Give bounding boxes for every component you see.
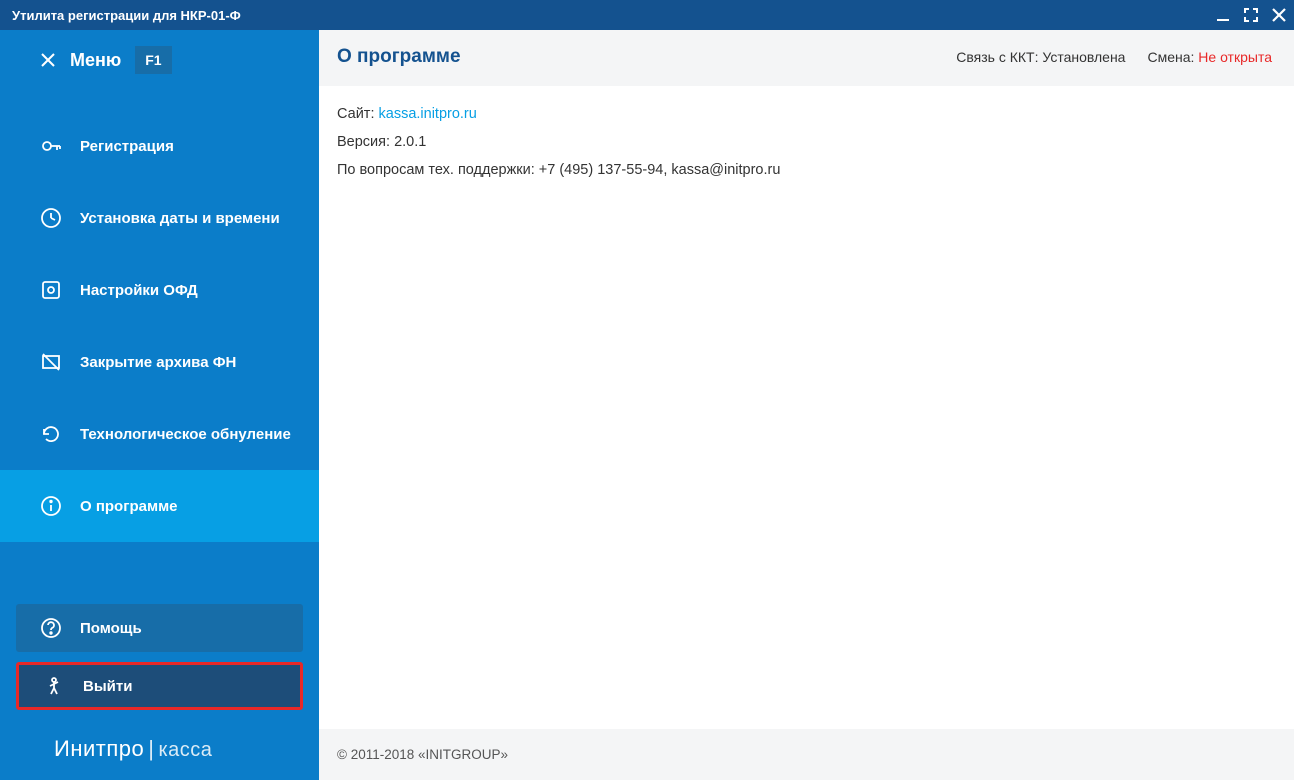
nav: Регистрация Установка даты и времени Нас… <box>0 90 319 604</box>
help-icon <box>40 617 62 639</box>
nav-item-about[interactable]: О программе <box>0 470 319 542</box>
menu-header: Меню F1 <box>0 30 319 90</box>
nav-item-label: Технологическое обнуление <box>80 426 291 443</box>
key-icon <box>40 135 62 157</box>
menu-close-icon[interactable] <box>40 52 56 68</box>
exit-icon <box>43 675 65 697</box>
titlebar: Утилита регистрации для НКР-01-Ф <box>0 0 1294 30</box>
help-button[interactable]: Помощь <box>16 604 303 652</box>
nav-item-label: Установка даты и времени <box>80 210 280 227</box>
nav-item-registration[interactable]: Регистрация <box>0 110 319 182</box>
nav-item-ofd-settings[interactable]: Настройки ОФД <box>0 254 319 326</box>
version-label: Версия: <box>337 134 390 150</box>
sidebar: Меню F1 Регистрация Установка даты и вре… <box>0 30 319 780</box>
settings-icon <box>40 279 62 301</box>
reset-icon <box>40 423 62 445</box>
clock-icon <box>40 207 62 229</box>
kkt-status-value: Установлена <box>1042 49 1125 65</box>
nav-item-label: Закрытие архива ФН <box>80 354 236 371</box>
close-icon[interactable] <box>1272 8 1286 22</box>
site-label: Сайт: <box>337 106 374 122</box>
nav-item-label: О программе <box>80 498 178 515</box>
nav-item-archive-close[interactable]: Закрытие архива ФН <box>0 326 319 398</box>
help-button-label: Помощь <box>80 620 142 637</box>
info-icon <box>40 495 62 517</box>
footer: © 2011-2018 «INITGROUP» <box>319 729 1294 780</box>
brand-sub: касса <box>158 739 212 761</box>
nav-item-datetime[interactable]: Установка даты и времени <box>0 182 319 254</box>
status-bar: Связь с ККТ: Установлена Смена: Не откры… <box>956 49 1272 65</box>
nav-item-label: Регистрация <box>80 138 174 155</box>
version-value: 2.0.1 <box>394 134 426 150</box>
content-panel: Сайт: kassa.initpro.ru Версия: 2.0.1 По … <box>319 86 1294 729</box>
shift-status-label: Смена: <box>1147 49 1194 65</box>
menu-label: Меню <box>70 50 121 71</box>
brand-main: Инитпро <box>54 736 144 761</box>
menu-shortcut: F1 <box>135 46 171 74</box>
exit-button-label: Выйти <box>83 678 132 695</box>
kkt-status-label: Связь с ККТ: <box>956 49 1038 65</box>
shift-status-value: Не открыта <box>1198 49 1272 65</box>
content: О программе Связь с ККТ: Установлена Сме… <box>319 30 1294 780</box>
page-title: О программе <box>337 46 956 68</box>
support-text: По вопросам тех. поддержки: +7 (495) 137… <box>337 162 1276 178</box>
nav-item-tech-reset[interactable]: Технологическое обнуление <box>0 398 319 470</box>
archive-icon <box>40 351 62 373</box>
nav-item-label: Настройки ОФД <box>80 282 198 299</box>
maximize-icon[interactable] <box>1244 8 1258 22</box>
window-title: Утилита регистрации для НКР-01-Ф <box>12 8 1216 23</box>
site-link[interactable]: kassa.initpro.ru <box>379 106 477 122</box>
brand: Инитпро|касса <box>0 718 319 780</box>
exit-button[interactable]: Выйти <box>16 662 303 710</box>
minimize-icon[interactable] <box>1216 8 1230 22</box>
